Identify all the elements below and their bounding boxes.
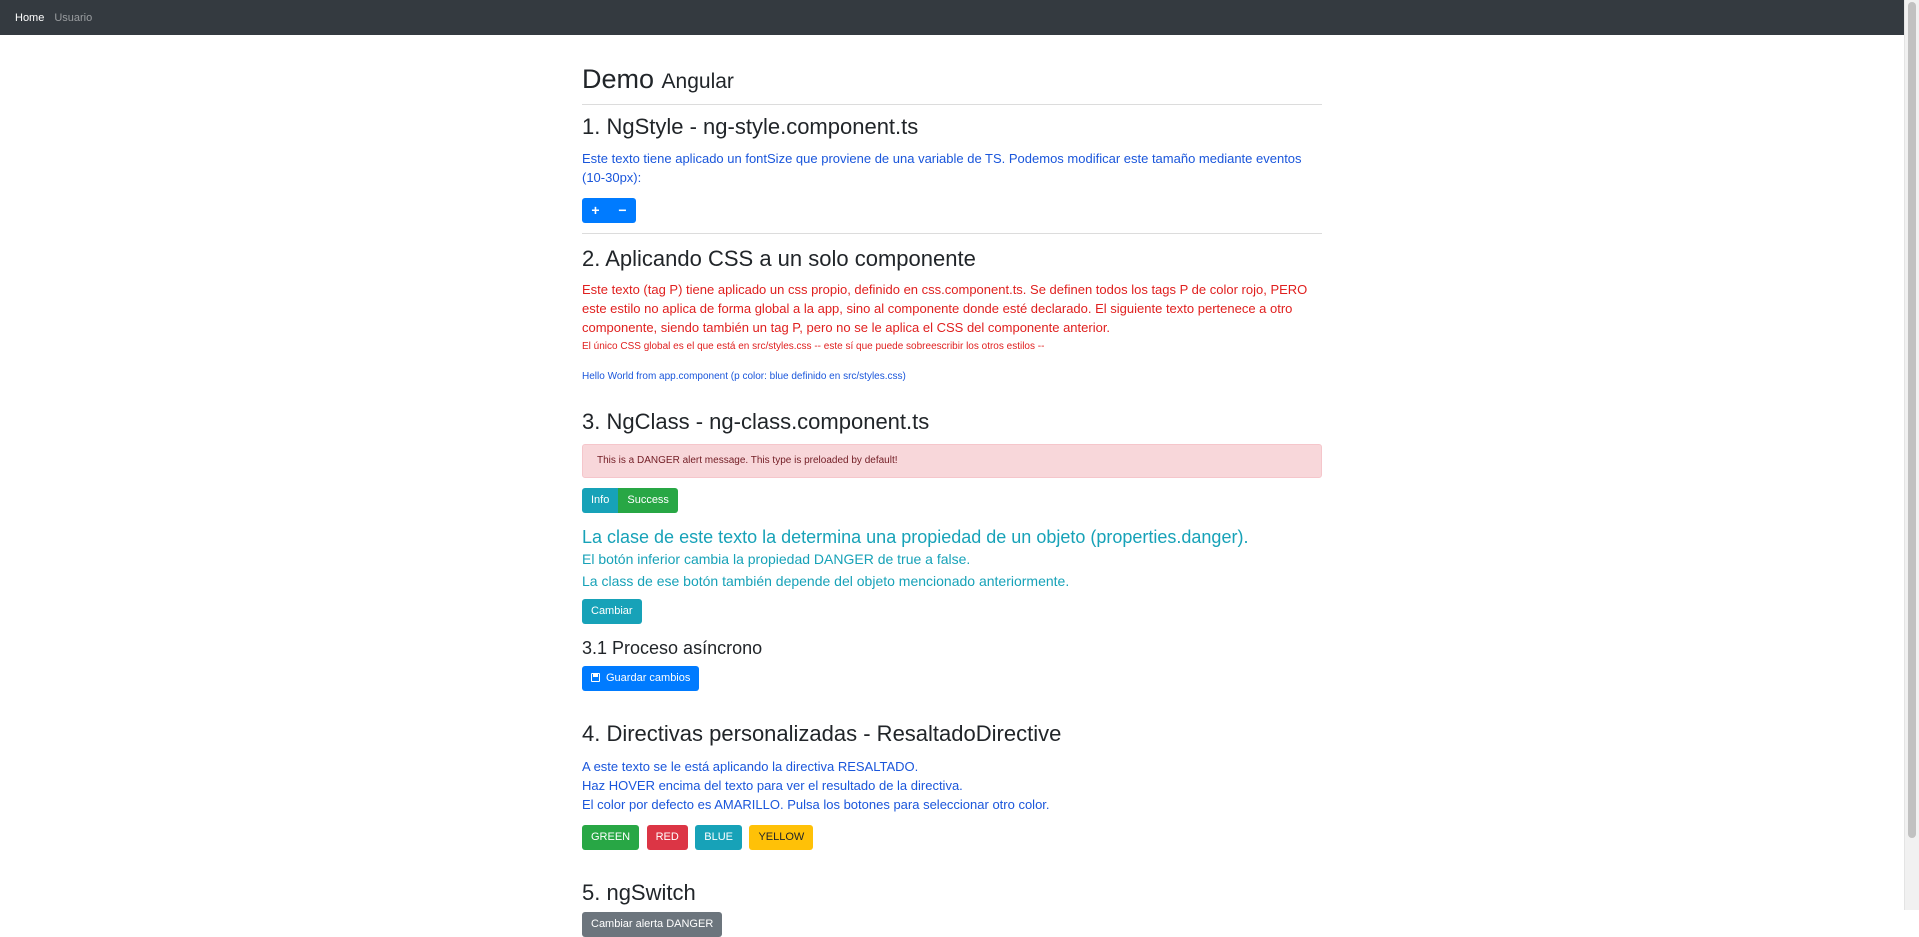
decrease-font-button[interactable]: − xyxy=(609,197,636,223)
hello-world-text: Hello World from app.component (p color:… xyxy=(582,371,906,383)
section2-heading: 2. Aplicando CSS a un solo componente xyxy=(582,245,976,271)
section31-heading: 3.1 Proceso asíncrono xyxy=(582,637,763,658)
class-title-text: La clase de este texto la determina una … xyxy=(582,526,1249,547)
danger-alert: This is a DANGER alert message. This typ… xyxy=(582,443,1322,478)
green-button[interactable]: GREEN xyxy=(582,824,640,850)
section1-heading: 1. NgStyle - ng-style.component.ts xyxy=(582,114,919,140)
class-line2-text: La class de ese botón también depende de… xyxy=(582,572,1070,589)
ngstyle-text: Este texto tiene aplicado un fontSize qu… xyxy=(582,150,1302,185)
yellow-button[interactable]: YELLOW xyxy=(749,824,814,850)
page-title-sub: Angular xyxy=(661,70,734,93)
success-button[interactable]: Success xyxy=(618,487,678,513)
component-css-text: Este texto (tag P) tiene aplicado un css… xyxy=(582,282,1308,336)
vertical-scrollbar[interactable] xyxy=(1904,0,1919,910)
section3-heading: 3. NgClass - ng-class.component.ts xyxy=(582,409,930,435)
section4-heading: 4. Directivas personalizadas - Resaltado… xyxy=(582,720,1062,746)
floppy-disk-icon xyxy=(591,672,600,682)
scrollbar-thumb[interactable] xyxy=(1908,2,1916,838)
directive-line3: El color por defecto es AMARILLO. Pulsa … xyxy=(582,796,1050,812)
red-button[interactable]: RED xyxy=(646,824,688,850)
save-changes-button[interactable]: Guardar cambios xyxy=(582,665,700,691)
title-divider xyxy=(582,104,1322,106)
directive-line1: A este texto se le está aplicando la dir… xyxy=(582,758,919,774)
ngswitch-button[interactable]: Cambiar alerta DANGER xyxy=(582,912,723,937)
increase-font-button[interactable]: + xyxy=(582,197,609,223)
cambiar-button[interactable]: Cambiar xyxy=(582,598,642,624)
info-button[interactable]: Info xyxy=(582,487,619,513)
page-title-main: Demo xyxy=(582,64,655,94)
top-navbar: Home Usuario xyxy=(0,0,1904,35)
save-changes-label: Guardar cambios xyxy=(606,671,691,684)
directive-line2: Haz HOVER encima del texto para ver el r… xyxy=(582,777,963,793)
global-css-note: El único CSS global es el que está en sr… xyxy=(582,341,1045,353)
class-line1-text: El botón inferior cambia la propiedad DA… xyxy=(582,550,971,567)
page-title: Demo Angular xyxy=(582,63,1322,95)
section5-heading: 5. ngSwitch xyxy=(582,879,696,905)
alert-type-button-group: Info Success xyxy=(582,487,1322,513)
section1-divider xyxy=(582,232,1322,234)
nav-link-usuario[interactable]: Usuario xyxy=(54,12,92,24)
main-container: Demo Angular 1. NgStyle - ng-style.compo… xyxy=(582,35,1322,937)
color-button-row: GREEN RED BLUE YELLOW xyxy=(582,824,1322,850)
nav-link-home[interactable]: Home xyxy=(15,12,44,24)
blue-button[interactable]: BLUE xyxy=(695,824,743,850)
font-size-button-group: + − xyxy=(582,197,1322,223)
